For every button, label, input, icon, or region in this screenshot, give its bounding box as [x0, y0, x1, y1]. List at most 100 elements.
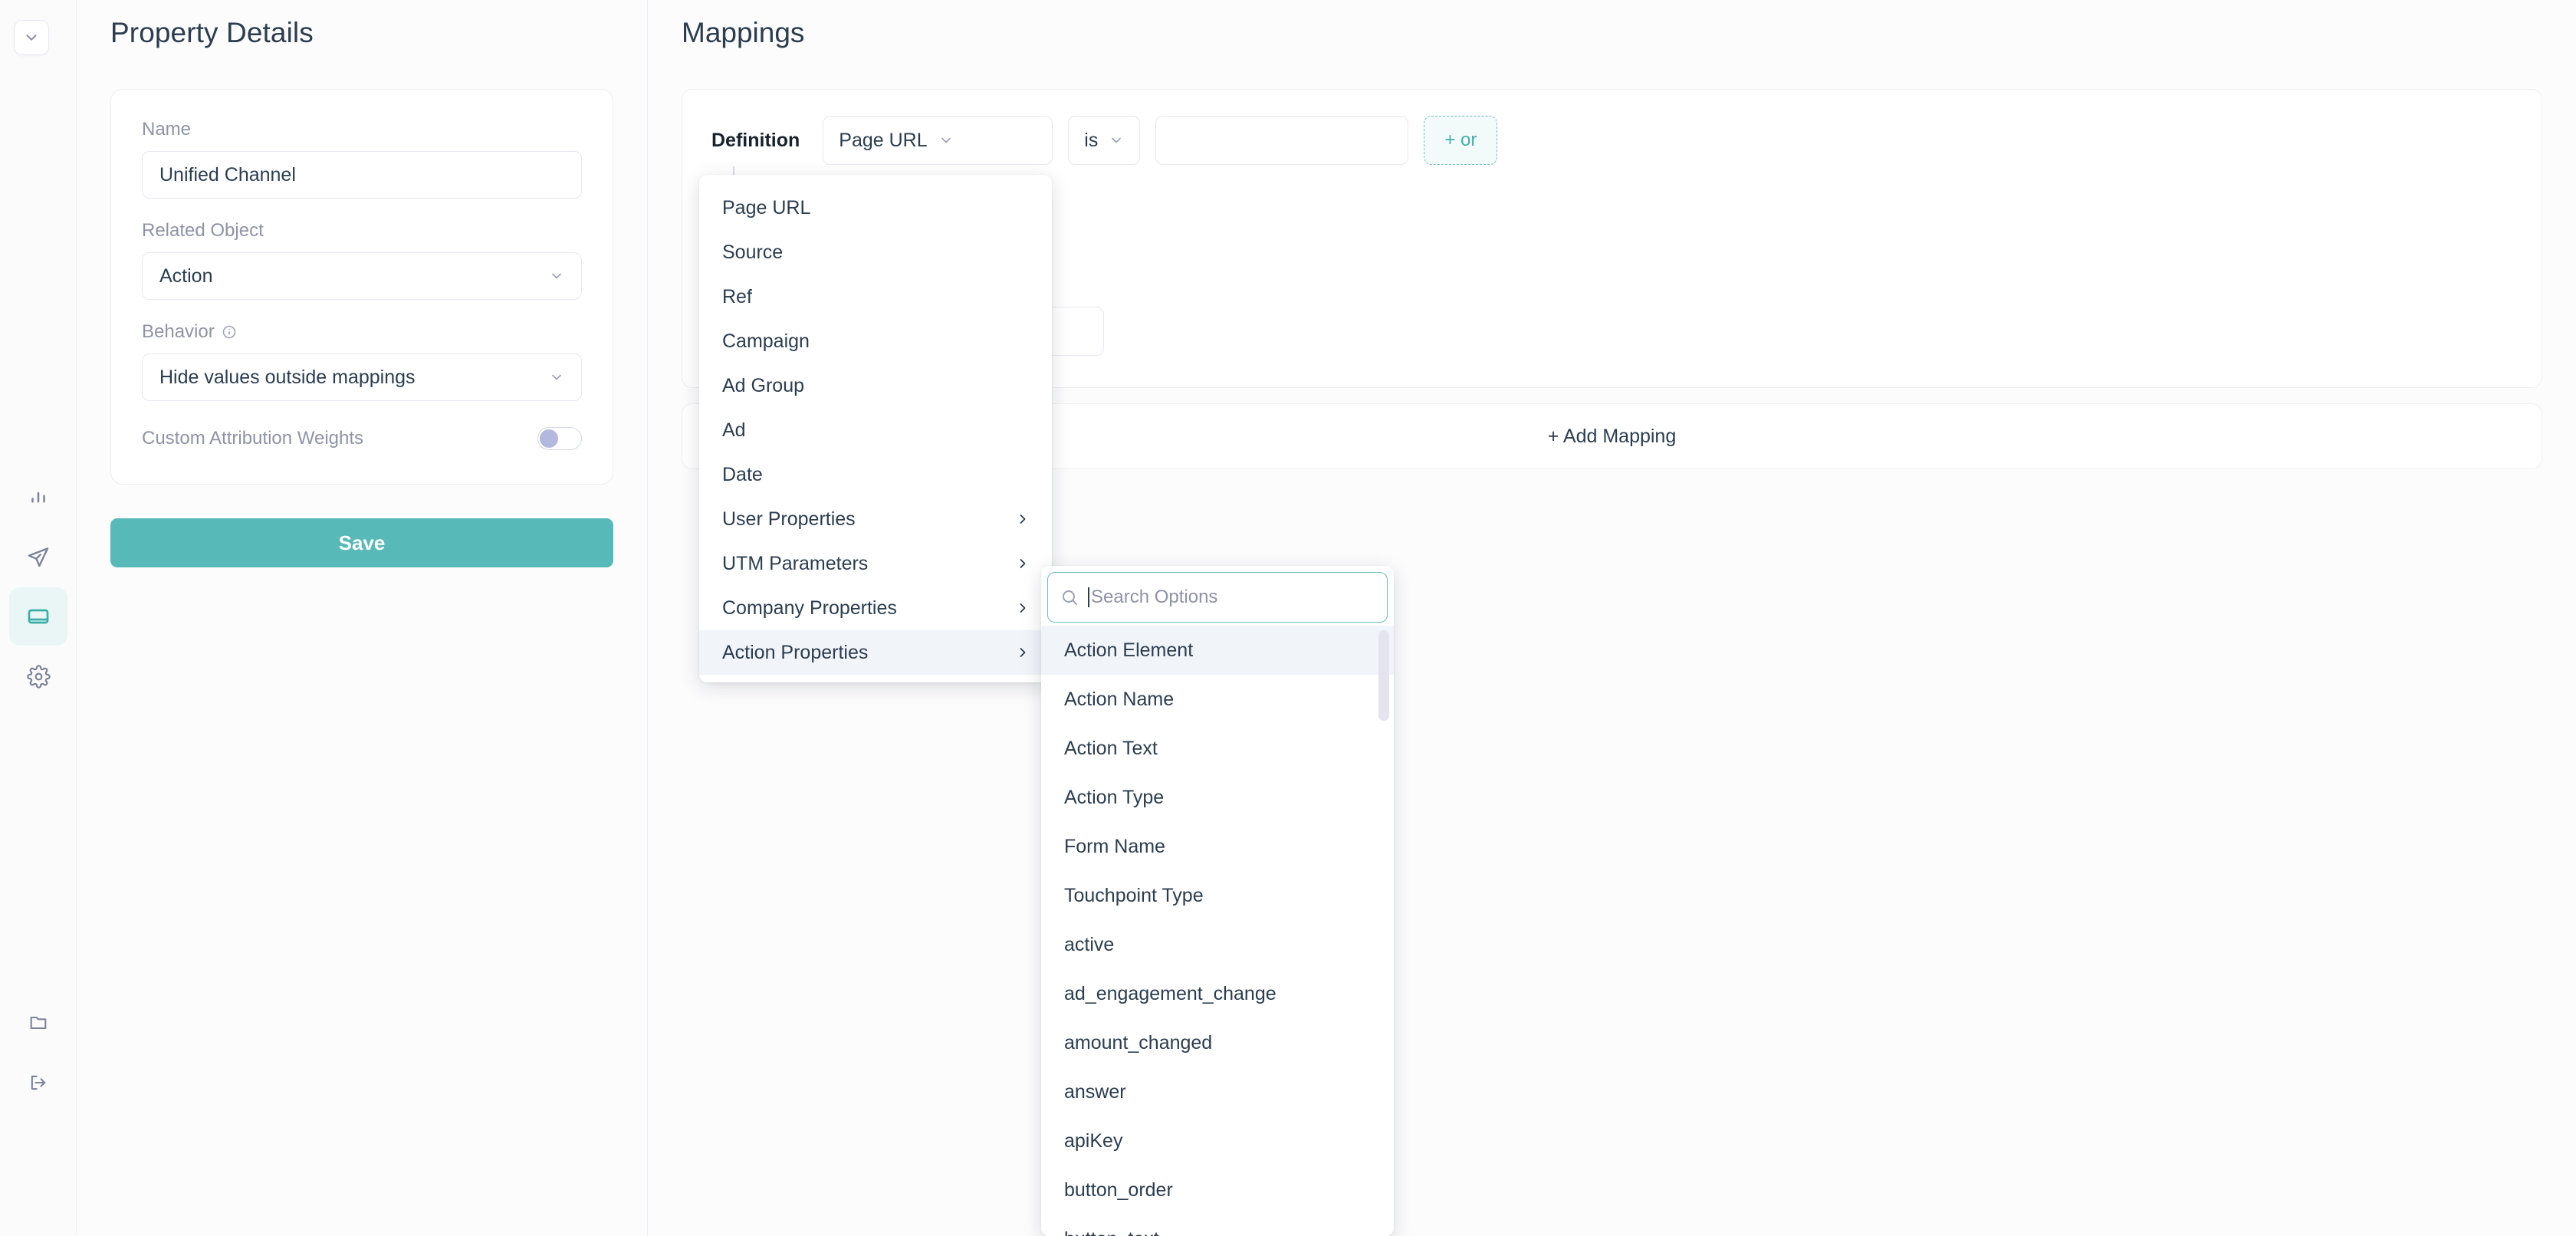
related-object-label: Related Object	[142, 220, 264, 241]
list-item[interactable]: Action Text	[1041, 724, 1394, 773]
menu-item-label: Ad	[722, 419, 746, 441]
option-label: Form Name	[1064, 835, 1165, 857]
chevron-down-icon	[549, 370, 564, 385]
sidebar-item-docs[interactable]	[9, 994, 67, 1052]
chevron-down-icon	[938, 133, 954, 148]
menu-item-ref[interactable]: Ref	[699, 274, 1052, 319]
list-item[interactable]: answer	[1041, 1067, 1394, 1116]
custom-attribution-weights-row: Custom Attribution Weights	[142, 427, 582, 450]
toggle-knob	[540, 429, 558, 448]
definition-row: Definition Page URL is + or	[711, 116, 2512, 165]
list-item[interactable]: Action Type	[1041, 773, 1394, 822]
action-properties-submenu: Search Options Action Element Action Nam…	[1041, 566, 1394, 1236]
info-icon[interactable]	[222, 324, 237, 340]
menu-item-company-properties[interactable]: Company Properties	[699, 586, 1052, 630]
list-item[interactable]: Action Element	[1041, 626, 1394, 675]
option-label: active	[1064, 933, 1115, 955]
option-label: Action Name	[1064, 688, 1175, 710]
menu-item-date[interactable]: Date	[699, 452, 1052, 497]
app-root: Property Details Name Unified Channel Re…	[0, 0, 2576, 1236]
menu-item-label: Page URL	[722, 196, 811, 219]
logout-icon	[28, 1072, 49, 1093]
text-caret	[1088, 587, 1089, 607]
option-label: apiKey	[1064, 1129, 1123, 1152]
list-item[interactable]: active	[1041, 920, 1394, 969]
list-item[interactable]: amount_changed	[1041, 1018, 1394, 1067]
sidebar-nav	[0, 468, 77, 707]
list-item[interactable]: ad_engagement_change	[1041, 969, 1394, 1018]
definition-operator-select[interactable]: is	[1068, 116, 1141, 165]
related-object-select[interactable]: Action	[142, 252, 582, 300]
add-or-button[interactable]: + or	[1424, 116, 1498, 165]
related-object-value: Action	[159, 265, 213, 287]
list-item[interactable]: button_order	[1041, 1165, 1394, 1215]
list-item[interactable]: button_text	[1041, 1215, 1394, 1236]
menu-item-action-properties[interactable]: Action Properties	[699, 630, 1052, 675]
custom-attribution-weights-toggle[interactable]	[537, 427, 582, 450]
sidebar-collapse-button[interactable]	[14, 20, 49, 55]
menu-item-label: Campaign	[722, 330, 810, 352]
chevron-right-icon	[1015, 645, 1030, 660]
sidebar-rail	[0, 0, 77, 1236]
list-item[interactable]: Action Name	[1041, 675, 1394, 724]
name-field-group: Name Unified Channel	[142, 119, 582, 199]
chevron-down-icon	[23, 29, 40, 46]
sidebar-item-analytics[interactable]	[9, 468, 67, 526]
sidebar-item-logout[interactable]	[9, 1054, 67, 1112]
option-label: ad_engagement_change	[1064, 982, 1276, 1004]
scrollbar-thumb[interactable]	[1378, 630, 1389, 721]
search-options-field[interactable]: Search Options	[1047, 572, 1388, 623]
option-label: Action Element	[1064, 639, 1194, 661]
menu-item-label: UTM Parameters	[722, 552, 869, 574]
menu-item-source[interactable]: Source	[699, 230, 1052, 274]
menu-item-label: Date	[722, 463, 763, 485]
menu-item-label: Company Properties	[722, 597, 897, 619]
save-button[interactable]: Save	[110, 518, 613, 567]
field-dropdown-menu: Page URL Source Ref Campaign Ad Group Ad…	[699, 175, 1052, 682]
chevron-right-icon	[1015, 511, 1030, 527]
definition-field-select[interactable]: Page URL	[823, 116, 1053, 165]
option-label: Action Type	[1064, 786, 1165, 808]
menu-item-label: Ref	[722, 285, 752, 307]
definition-value-input[interactable]	[1155, 116, 1409, 165]
menu-item-campaign[interactable]: Campaign	[699, 319, 1052, 363]
sidebar-item-properties[interactable]	[9, 587, 67, 646]
chevron-down-icon	[549, 268, 564, 284]
option-label: button_text	[1064, 1228, 1159, 1236]
list-item[interactable]: Touchpoint Type	[1041, 871, 1394, 920]
sidebar-item-campaigns[interactable]	[9, 528, 67, 586]
mapped-value-label: Map	[805, 274, 2512, 296]
bar-chart-icon	[27, 485, 50, 508]
menu-item-label: Source	[722, 241, 784, 263]
option-label: button_order	[1064, 1178, 1173, 1201]
menu-item-ad-group[interactable]: Ad Group	[699, 363, 1052, 408]
menu-item-label: Action Properties	[722, 641, 869, 663]
list-item[interactable]: apiKey	[1041, 1116, 1394, 1165]
behavior-select[interactable]: Hide values outside mappings	[142, 353, 582, 401]
property-details-card: Name Unified Channel Related Object Acti…	[110, 89, 613, 485]
search-options-list: Action Element Action Name Action Text A…	[1041, 623, 1394, 1236]
menu-item-page-url[interactable]: Page URL	[699, 186, 1052, 230]
paper-plane-icon	[26, 544, 51, 569]
definition-field-value: Page URL	[839, 129, 928, 151]
chevron-down-icon	[1109, 133, 1124, 148]
custom-attribution-weights-label: Custom Attribution Weights	[142, 428, 364, 449]
sidebar-item-settings[interactable]	[9, 647, 67, 705]
option-label: Action Text	[1064, 737, 1158, 759]
list-item[interactable]: Form Name	[1041, 822, 1394, 871]
sidebar-bottom-nav	[0, 994, 77, 1113]
behavior-label: Behavior	[142, 321, 582, 343]
name-label: Name	[142, 119, 192, 140]
menu-item-user-properties[interactable]: User Properties	[699, 497, 1052, 541]
behavior-label-text: Behavior	[142, 321, 215, 342]
menu-item-utm-parameters[interactable]: UTM Parameters	[699, 541, 1052, 586]
property-details-column: Property Details Name Unified Channel Re…	[77, 0, 648, 1236]
option-label: amount_changed	[1064, 1031, 1213, 1054]
option-label: Touchpoint Type	[1064, 884, 1204, 906]
menu-item-ad[interactable]: Ad	[699, 408, 1052, 452]
search-icon	[1060, 588, 1079, 606]
chevron-right-icon	[1015, 556, 1030, 571]
related-object-field-group: Related Object Action	[142, 220, 582, 300]
name-input-value: Unified Channel	[159, 163, 296, 186]
name-input[interactable]: Unified Channel	[142, 151, 582, 199]
